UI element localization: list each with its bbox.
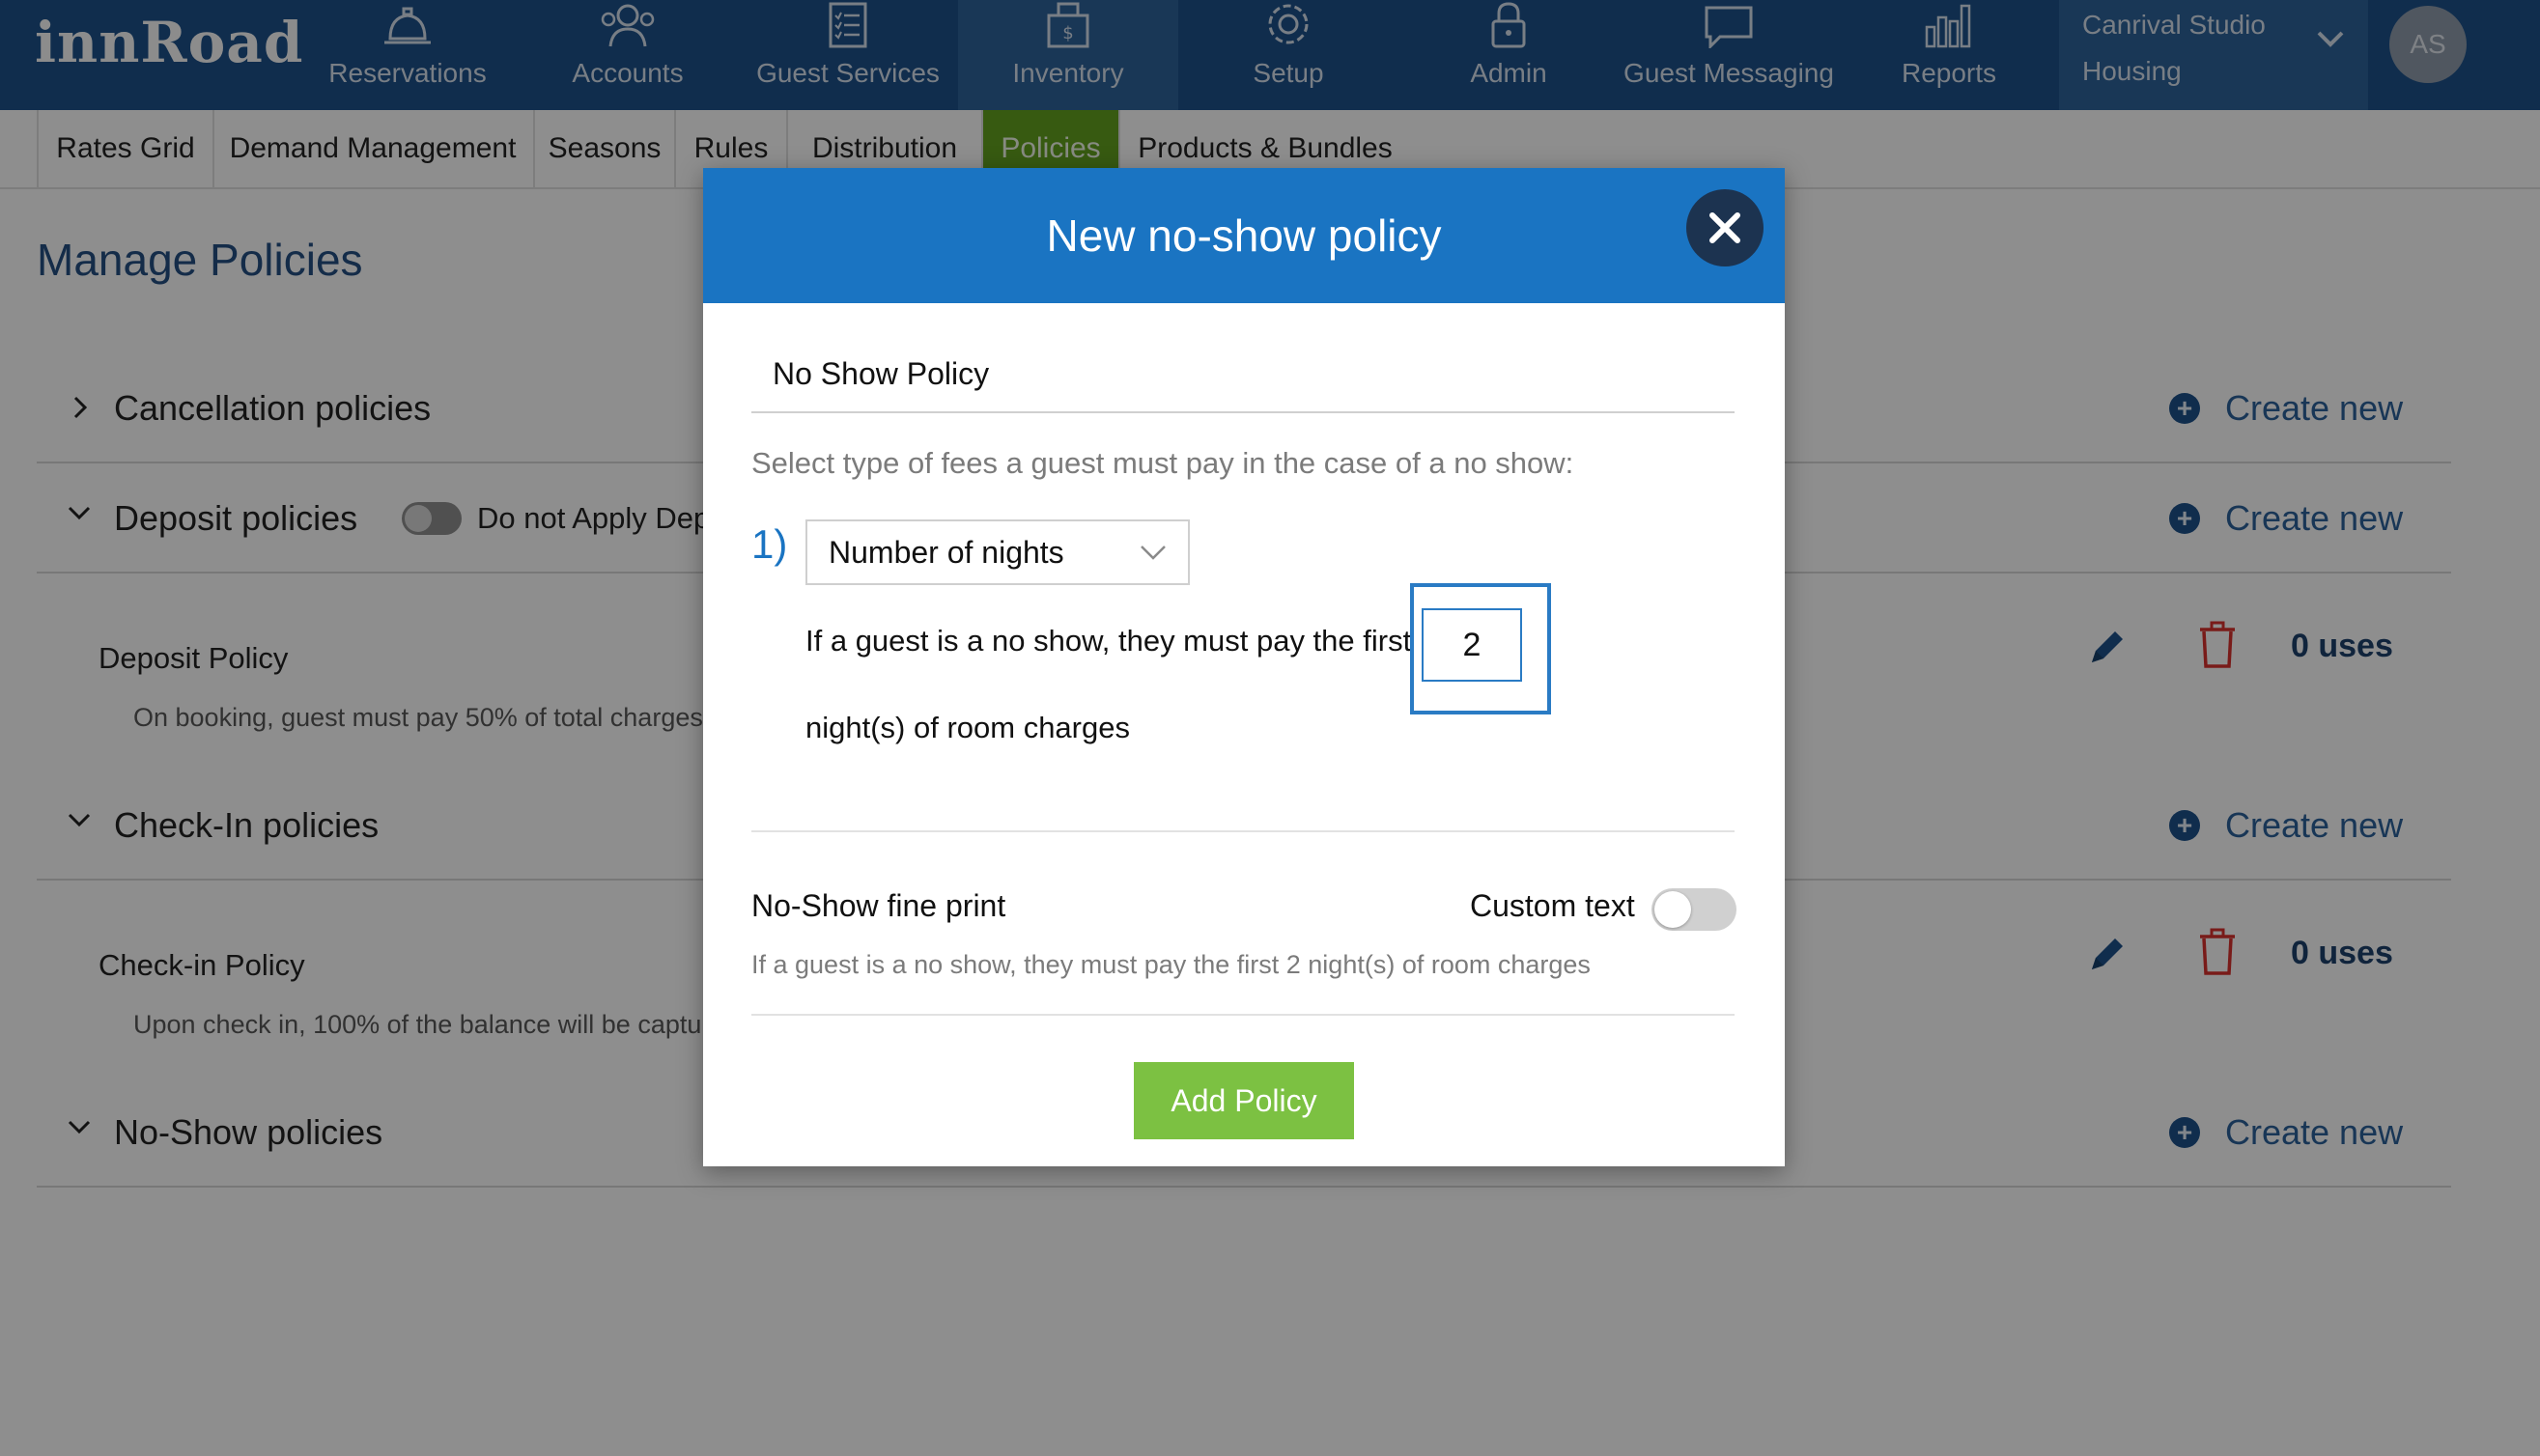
close-icon — [1709, 212, 1740, 243]
fine-print-label: No-Show fine print — [751, 888, 1006, 923]
divider — [751, 830, 1735, 832]
fee-type-instruction: Select type of fees a guest must pay in … — [751, 446, 1574, 480]
nights-input-focus-ring — [1410, 583, 1551, 714]
chevron-down-icon — [1141, 546, 1166, 560]
new-no-show-policy-dialog: New no-show policy No Show Policy Select… — [703, 168, 1785, 1166]
close-dialog-button[interactable] — [1686, 189, 1764, 266]
add-policy-button[interactable]: Add Policy — [1134, 1062, 1354, 1139]
policy-name-input[interactable]: No Show Policy — [751, 334, 1735, 413]
nights-count-input[interactable] — [1422, 608, 1522, 682]
fee-type-dropdown[interactable]: Number of nights — [805, 519, 1190, 585]
fee-type-selected: Number of nights — [829, 535, 1064, 570]
fine-print-preview: If a guest is a no show, they must pay t… — [751, 950, 1591, 979]
rule-suffix-text: night(s) of room charges — [805, 711, 1130, 744]
rule-prefix-text: If a guest is a no show, they must pay t… — [805, 624, 1412, 658]
dialog-header: New no-show policy — [703, 168, 1785, 303]
custom-text-toggle[interactable] — [1651, 888, 1736, 931]
dialog-title: New no-show policy — [1046, 210, 1442, 261]
divider — [751, 1014, 1735, 1016]
step-number: 1) — [751, 521, 788, 567]
custom-text-label: Custom text — [1470, 888, 1635, 923]
